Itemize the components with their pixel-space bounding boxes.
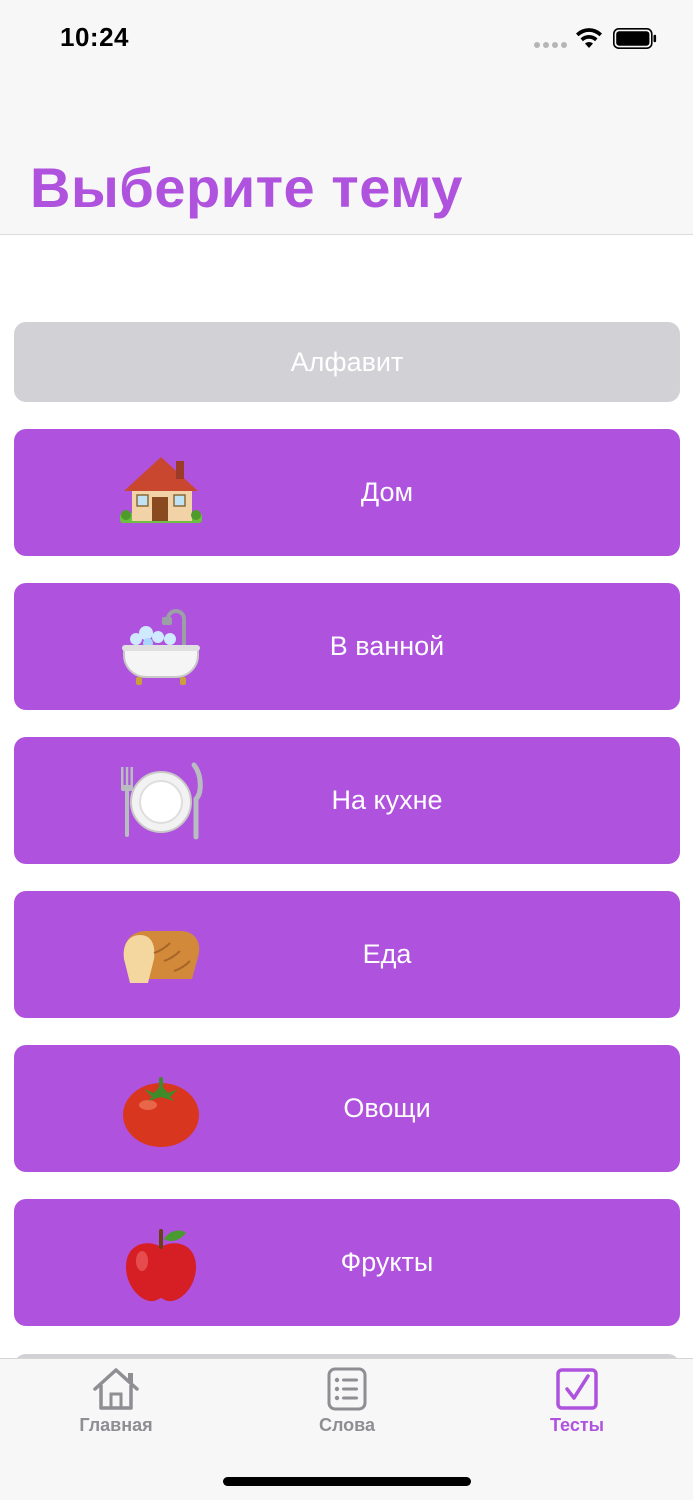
status-bar: 10:24 xyxy=(0,0,693,80)
wifi-icon xyxy=(576,28,602,48)
list-icon xyxy=(327,1367,367,1411)
topic-button-fruits[interactable]: Фрукты xyxy=(14,1199,680,1326)
screen: 10:24 Выберите тему Алфавит Дом В ванной… xyxy=(0,0,693,1500)
tab-words[interactable]: Слова xyxy=(267,1367,427,1447)
tab-label: Главная xyxy=(79,1415,153,1435)
topic-label: Дом xyxy=(360,477,414,507)
topic-label: На кухне xyxy=(331,785,443,815)
topic-button-bathroom[interactable]: В ванной xyxy=(14,583,680,710)
page-title: Выберите тему xyxy=(30,156,463,219)
navigation-header: Выберите тему xyxy=(0,80,693,235)
topic-label: Фрукты xyxy=(340,1247,434,1277)
tab-home[interactable]: Главная xyxy=(36,1367,196,1447)
tab-label: Тесты xyxy=(549,1415,605,1435)
topic-label: Еда xyxy=(362,939,412,969)
topic-button-vegetables[interactable]: Овощи xyxy=(14,1045,680,1172)
battery-icon xyxy=(613,28,657,49)
topic-label: Овощи xyxy=(343,1093,431,1123)
tab-bar: Главная Слова Тесты xyxy=(0,1358,693,1500)
tab-label: Слова xyxy=(318,1415,376,1435)
checkbox-icon xyxy=(556,1368,598,1410)
topic-button-home[interactable]: Дом xyxy=(14,429,680,556)
alphabet-button[interactable]: Алфавит xyxy=(14,322,680,402)
topic-button-kitchen[interactable]: На кухне xyxy=(14,737,680,864)
topic-label: В ванной xyxy=(329,631,445,661)
status-time: 10:24 xyxy=(60,22,129,52)
tab-tests[interactable]: Тесты xyxy=(497,1367,657,1447)
topic-button-food[interactable]: Еда xyxy=(14,891,680,1018)
house-outline-icon xyxy=(93,1368,139,1410)
cellular-signal-icon xyxy=(534,42,567,48)
topic-list[interactable]: Алфавит Дом В ванной На кухне Еда Овощи … xyxy=(0,236,693,1358)
home-indicator[interactable] xyxy=(223,1477,471,1486)
